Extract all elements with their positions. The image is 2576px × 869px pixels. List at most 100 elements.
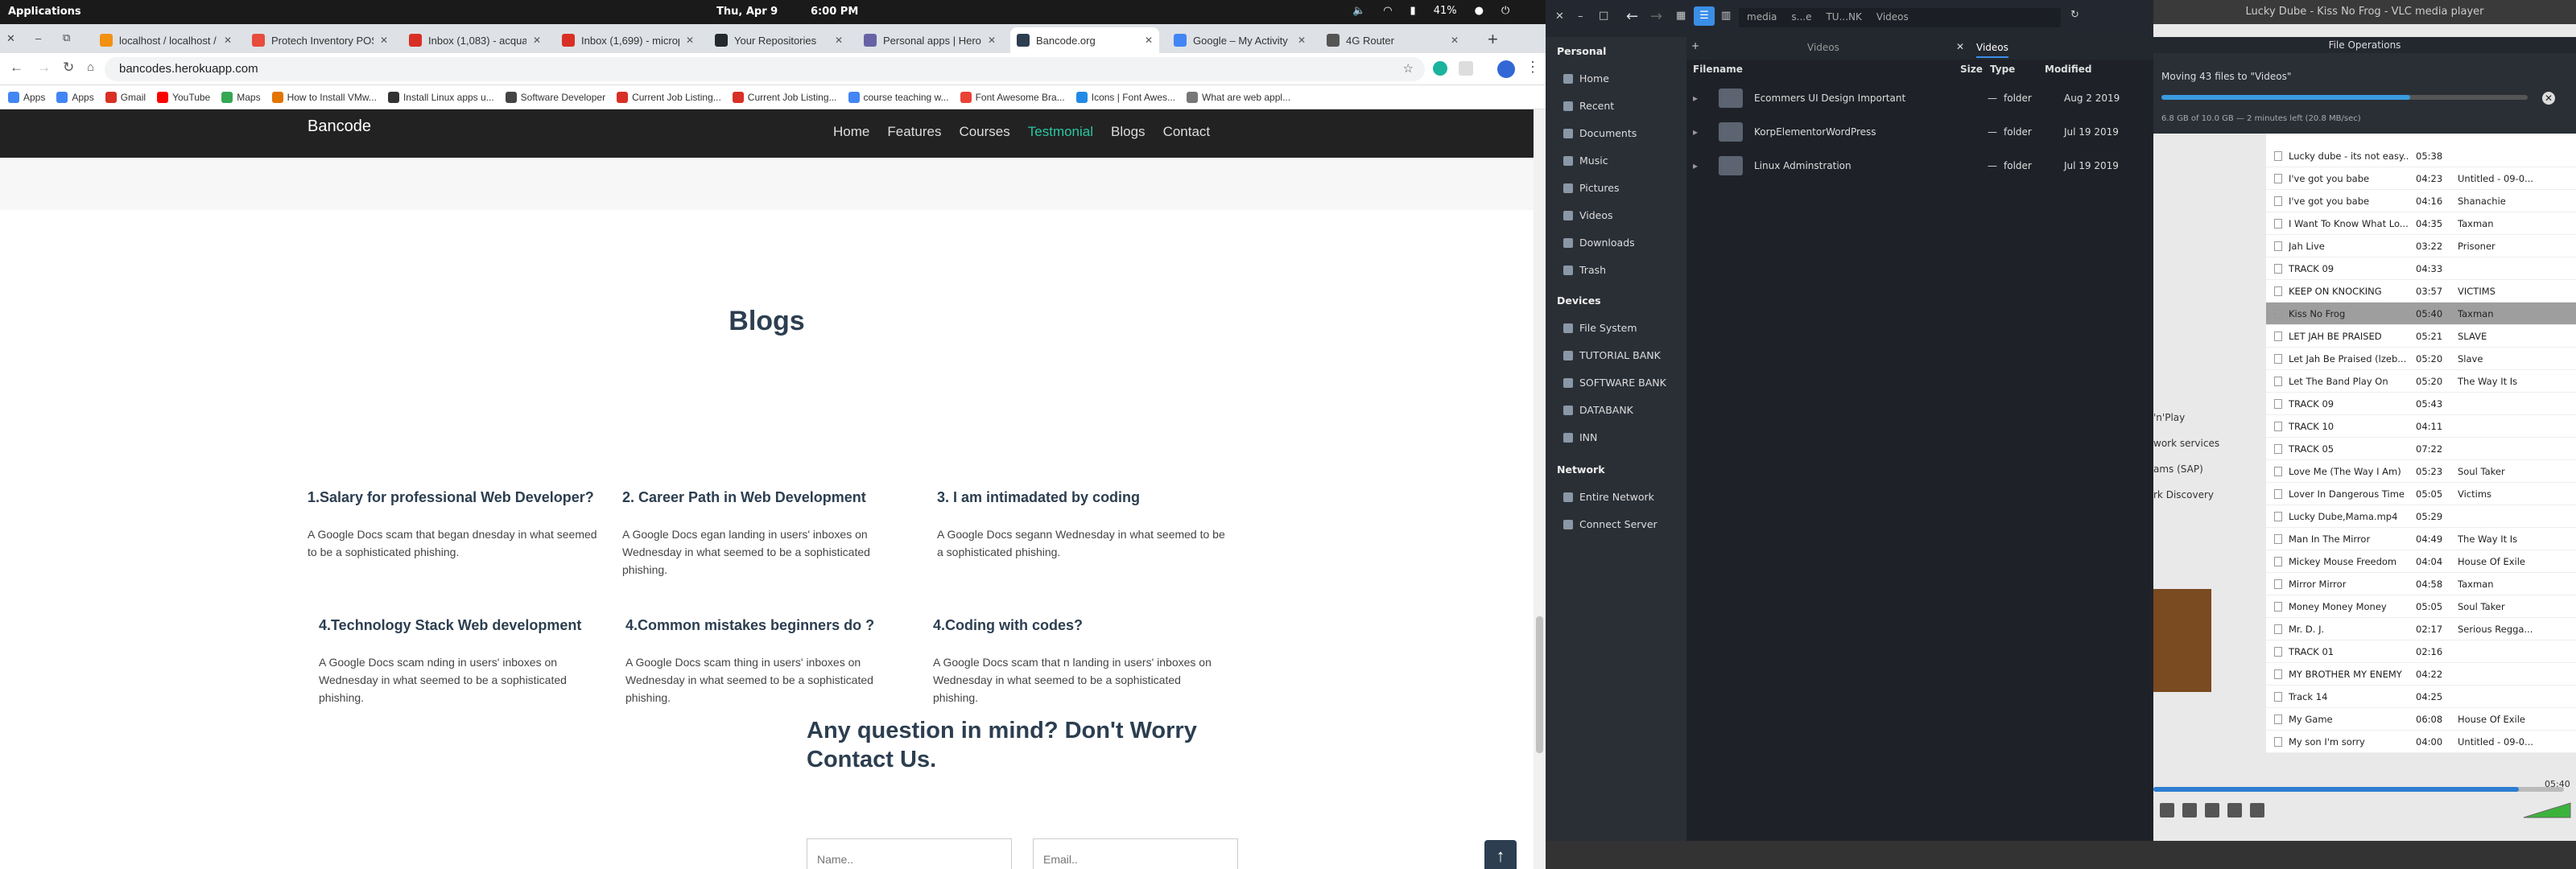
sidebar-item[interactable]: SOFTWARE BANK — [1563, 377, 1666, 389]
address-bar[interactable]: bancodes.herokuapp.com ☆ — [105, 57, 1425, 81]
power-icon[interactable]: ⏻ — [1501, 5, 1509, 17]
blog-post-card[interactable]: 4.Common mistakes beginners do ? A Google… — [625, 617, 915, 706]
extension-icon[interactable] — [1433, 61, 1447, 76]
back-icon[interactable]: ← — [10, 60, 23, 76]
playlist-row[interactable]: My Game 06:08 House Of Exile — [2266, 708, 2576, 731]
menu-kebab-icon[interactable]: ⋮ — [1525, 59, 1540, 76]
playlist-row[interactable]: Man In The Mirror 04:49 The Way It Is — [2266, 528, 2576, 550]
bookmark-item[interactable]: YouTube — [157, 91, 210, 103]
browser-tab[interactable]: 4G Router ✕ — [1320, 27, 1465, 53]
sidebar-item[interactable]: TUTORIAL BANK — [1563, 349, 1661, 361]
page-scrollbar[interactable] — [1534, 109, 1546, 869]
bookmark-item[interactable]: Icons | Font Awes... — [1075, 91, 1175, 103]
grid-view-icon[interactable]: ▦ — [1676, 10, 1686, 22]
path-segment[interactable]: media — [1747, 11, 1777, 24]
bookmark-item[interactable]: Install Linux apps u... — [387, 91, 494, 103]
playlist-row[interactable]: I've got you babe 04:23 Untitled - 09-0... — [2266, 167, 2576, 190]
scrollbar-thumb[interactable] — [1536, 616, 1543, 753]
blog-post-card[interactable]: 4.Technology Stack Web development A Goog… — [319, 617, 609, 706]
blog-post-card[interactable]: 1.Salary for professional Web Developer?… — [308, 489, 597, 561]
sidebar-item[interactable]: Documents — [1563, 127, 1637, 139]
playlist-row[interactable]: Lucky dube - its not easy... 05:38 — [2266, 145, 2576, 167]
nav-link[interactable]: Courses — [959, 124, 1009, 140]
clock[interactable]: Thu, Apr 9 6:00 PM — [716, 6, 858, 18]
new-tab-icon[interactable]: + — [1691, 40, 1699, 51]
site-brand[interactable]: Bancode — [308, 117, 371, 136]
home-icon[interactable]: ⌂ — [87, 60, 94, 74]
file-row[interactable]: ▸ Ecommers UI Design Important — folder Aug … — [1686, 82, 2153, 114]
nav-link[interactable]: Blogs — [1111, 124, 1146, 140]
playlist-row[interactable]: Lover In Dangerous Time 05:05 Victims — [2266, 483, 2576, 505]
file-row[interactable]: ▸ KorpElementorWordPress — folder Jul 19 201… — [1686, 116, 2153, 148]
back-icon[interactable]: ← — [1626, 8, 1638, 25]
playlist-row[interactable]: MY BROTHER MY ENEMY 04:22 — [2266, 663, 2576, 686]
tab-close-icon[interactable]: ✕ — [380, 35, 388, 46]
browser-tab[interactable]: Inbox (1,083) - acquah ✕ — [402, 27, 547, 53]
back-to-top-button[interactable]: ↑ — [1484, 840, 1517, 869]
sidebar-item[interactable]: Home — [1563, 72, 1609, 84]
vlc-sidebar-item[interactable]: 'n'Play — [2153, 412, 2185, 423]
name-input[interactable] — [807, 838, 1012, 869]
playlist-row[interactable]: Jah Live 03:22 Prisoner — [2266, 235, 2576, 257]
extended-settings-icon[interactable] — [2182, 803, 2197, 818]
bookmark-item[interactable]: Apps — [8, 91, 45, 103]
blog-post-card[interactable]: 4.Coding with codes? A Google Docs scam t… — [933, 617, 1223, 706]
expand-icon[interactable]: ▸ — [1693, 126, 1698, 138]
tab-close-icon[interactable]: ✕ — [1451, 35, 1459, 46]
path-segment[interactable]: Videos — [1876, 11, 1909, 24]
sidebar-item[interactable]: Recent — [1563, 100, 1614, 112]
tab-close-icon[interactable]: ✕ — [686, 35, 694, 46]
shuffle-icon[interactable] — [2250, 803, 2264, 818]
playlist-row[interactable]: TRACK 09 05:43 — [2266, 393, 2576, 415]
applications-menu[interactable]: Applications — [8, 6, 81, 18]
list-view-icon[interactable]: ☰ — [1694, 6, 1715, 26]
browser-tab[interactable]: Google – My Activity ✕ — [1167, 27, 1312, 53]
tab-close-icon[interactable]: ✕ — [835, 35, 843, 46]
tab-close-icon[interactable]: ✕ — [1145, 35, 1153, 46]
browser-tab[interactable]: Protech Inventory POS ✕ — [246, 27, 394, 53]
blog-post-card[interactable]: 2. Career Path in Web Development A Googl… — [622, 489, 912, 579]
bookmark-item[interactable]: Apps — [56, 91, 94, 103]
playlist-row[interactable]: My son I'm sorry 04:00 Untitled - 09-0... — [2266, 731, 2576, 753]
minimize-icon[interactable]: – — [35, 32, 41, 44]
volume-icon[interactable]: 🔈 — [1352, 5, 1365, 17]
bookmark-item[interactable]: Maps — [221, 91, 261, 103]
playlist-row[interactable]: Kiss No Frog 05:40 Taxman — [2266, 303, 2576, 325]
playlist-row[interactable]: TRACK 05 07:22 — [2266, 438, 2576, 460]
column-heading[interactable]: Filename — [1693, 64, 1743, 75]
forward-icon[interactable]: → — [37, 60, 51, 76]
browser-tab[interactable]: Bancode.org ✕ — [1010, 27, 1159, 53]
nav-link[interactable]: Home — [833, 124, 869, 140]
email-input[interactable] — [1033, 838, 1238, 869]
playlist-row[interactable]: Mickey Mouse Freedom 04:04 House Of Exile — [2266, 550, 2576, 573]
playlist-row[interactable]: Money Money Money 05:05 Soul Taker — [2266, 595, 2576, 618]
playlist-row[interactable]: Let The Band Play On 05:20 The Way It Is — [2266, 370, 2576, 393]
blog-post-title[interactable]: 1.Salary for professional Web Developer? — [308, 489, 597, 506]
vlc-sidebar-item[interactable]: work services — [2153, 438, 2219, 449]
playlist-row[interactable]: Mirror Mirror 04:58 Taxman — [2266, 573, 2576, 595]
battery-icon[interactable]: ▮ — [1410, 5, 1416, 17]
loop-icon[interactable] — [2227, 803, 2242, 818]
forward-icon[interactable]: → — [1650, 8, 1662, 25]
playlist-row[interactable]: TRACK 09 04:33 — [2266, 257, 2576, 280]
browser-tab[interactable]: Personal apps | Herok ✕ — [857, 27, 1002, 53]
sidebar-item[interactable]: Entire Network — [1563, 491, 1654, 503]
profile-avatar[interactable] — [1497, 60, 1515, 78]
playlist-row[interactable]: I Want To Know What Lo... 04:35 Taxman — [2266, 212, 2576, 235]
file-tab[interactable]: Videos — [1976, 42, 2008, 58]
expand-icon[interactable]: ▸ — [1693, 160, 1698, 171]
restore-icon[interactable]: ⧉ — [63, 31, 70, 44]
playlist-icon[interactable] — [2205, 803, 2219, 818]
browser-tab[interactable]: Your Repositories ✕ — [708, 27, 849, 53]
reload-icon[interactable]: ↻ — [63, 60, 74, 76]
expand-icon[interactable]: ▸ — [1693, 93, 1698, 104]
column-heading[interactable]: Type — [1990, 64, 2015, 75]
nav-link[interactable]: Testmonial — [1028, 124, 1093, 140]
wifi-icon[interactable]: ◠ — [1383, 5, 1392, 17]
playlist-row[interactable]: Track 14 04:25 — [2266, 686, 2576, 708]
seek-bar[interactable] — [2153, 787, 2564, 792]
blog-post-title[interactable]: 4.Technology Stack Web development — [319, 617, 609, 634]
playlist-row[interactable]: LET JAH BE PRAISED 05:21 SLAVE — [2266, 325, 2576, 348]
file-row[interactable]: ▸ Linux Adminstration — folder Jul 19 2019 — [1686, 150, 2153, 182]
vlc-sidebar-item[interactable]: ams (SAP) — [2153, 463, 2203, 475]
